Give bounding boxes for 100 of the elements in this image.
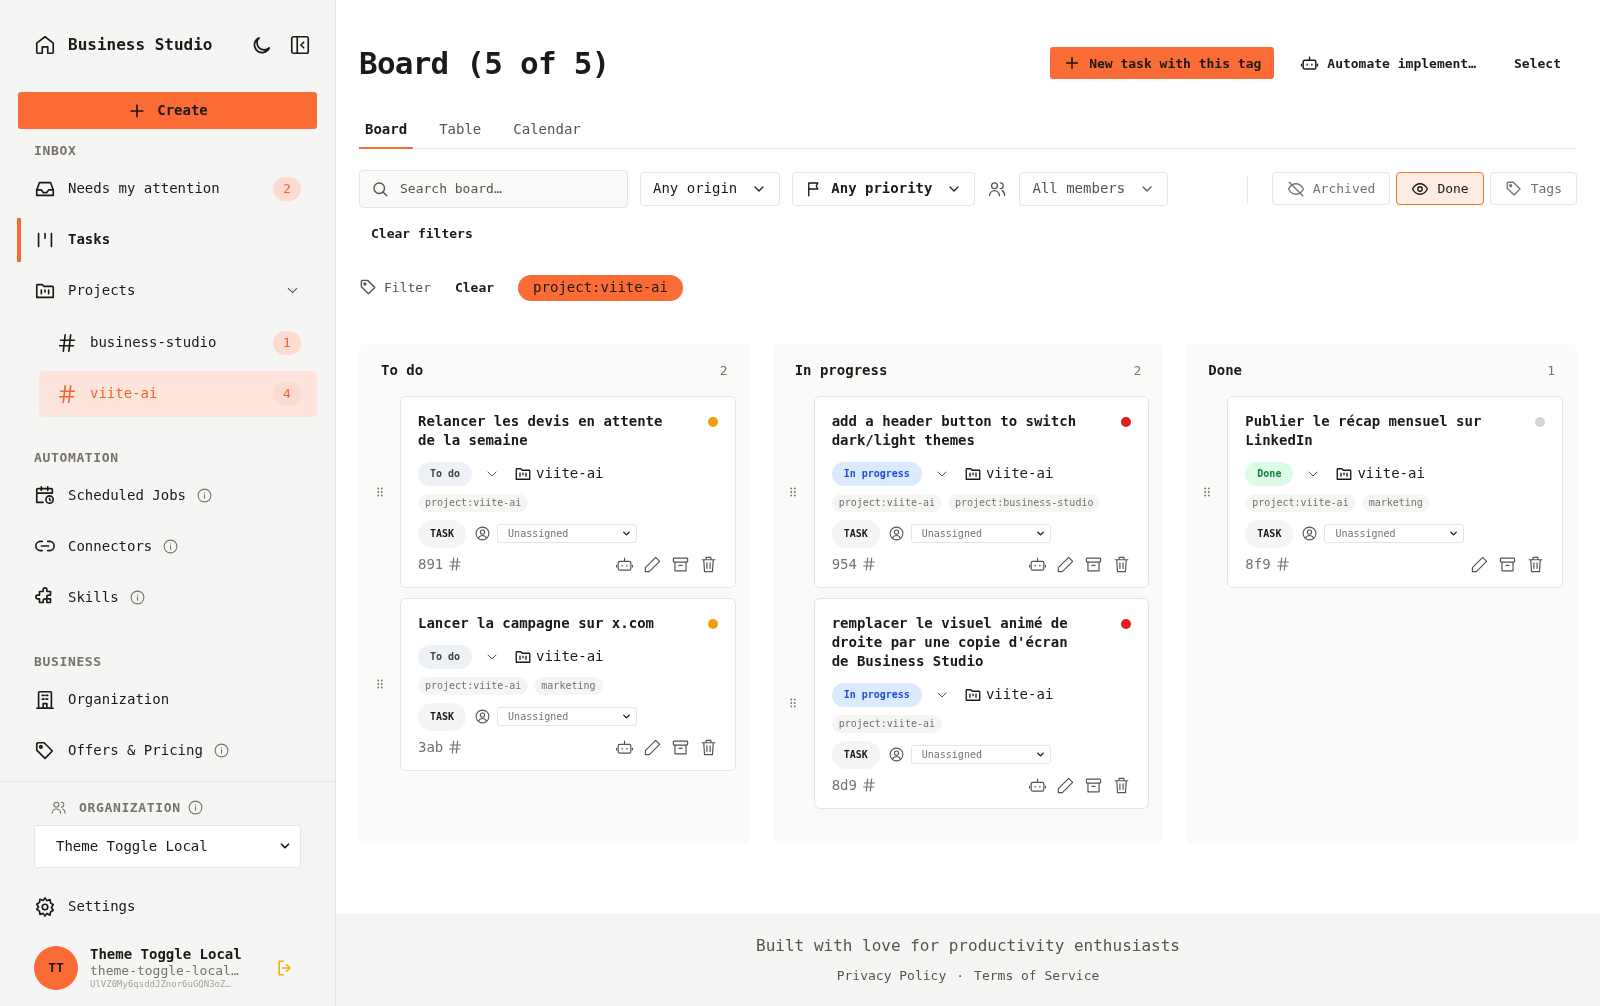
info-icon[interactable] <box>128 588 146 606</box>
user-circle-icon <box>474 708 492 725</box>
footer-link[interactable]: Terms of Service <box>974 966 1100 986</box>
collapse-sidebar-icon[interactable] <box>289 34 311 56</box>
organization-select[interactable]: Theme Toggle Local <box>34 824 301 868</box>
brand-name: Business Studio <box>68 34 214 56</box>
assignee-select[interactable]: Unassigned <box>1324 524 1465 543</box>
home-icon[interactable] <box>34 34 56 56</box>
status-pill[interactable]: In progress <box>831 461 922 486</box>
tab[interactable]: Table <box>433 112 488 149</box>
sidebar-item[interactable]: Skills <box>0 575 335 619</box>
tag-chip: project:viite-ai <box>1245 493 1356 512</box>
tab[interactable]: Board <box>359 112 414 149</box>
filter-toggle[interactable]: Done <box>1396 172 1484 205</box>
automate-button[interactable]: Automate implement… <box>1290 47 1487 80</box>
origin-dropdown[interactable]: Any origin <box>640 171 781 206</box>
type-badge: TASK <box>418 519 467 548</box>
assignee-select[interactable]: Unassigned <box>910 745 1051 764</box>
sidebar-item[interactable]: Connectors <box>0 524 335 568</box>
project-name: viite-ai <box>1357 464 1425 483</box>
tag-icon <box>1504 179 1523 198</box>
task-card[interactable]: Relancer les devis en attente de la semaine To do viite-ai project:viite-ai TASK Unassigned 891 <box>400 395 736 588</box>
priority-dropdown[interactable]: Any priority <box>792 171 976 206</box>
card-title: Lancer la campagne sur x.com <box>418 613 655 633</box>
assignee-select[interactable]: Unassigned <box>497 524 638 543</box>
search-icon <box>371 179 389 198</box>
pencil-icon[interactable] <box>1056 554 1076 574</box>
section-heading: AUTOMATION <box>33 448 120 467</box>
chevron-icon <box>1034 749 1046 760</box>
trash-icon[interactable] <box>1526 554 1545 574</box>
sidebar-item[interactable]: Needs my attention 2 <box>0 166 335 211</box>
assignee-select[interactable]: Unassigned <box>910 524 1051 543</box>
info-icon[interactable] <box>212 742 230 759</box>
chevron-icon <box>621 528 633 539</box>
sidebar-item[interactable]: Projects <box>0 268 335 313</box>
column-count: 2 <box>719 361 728 380</box>
count-badge: 2 <box>273 176 301 201</box>
tag-chip: project:viite-ai <box>418 493 529 512</box>
hash-icon <box>447 739 464 755</box>
new-task-button[interactable]: New task with this tag <box>1050 47 1275 80</box>
tag-chip: marketing <box>1361 493 1430 512</box>
user-id: UlVZ0My6qsddJZnor6uGQN3oZ… <box>90 979 232 991</box>
sidebar-item[interactable]: Organization <box>0 677 335 722</box>
type-badge: TASK <box>418 702 467 731</box>
sidebar-item[interactable]: Scheduled Jobs <box>0 473 335 517</box>
user-circle-icon <box>474 525 492 542</box>
section-heading: ORGANIZATION <box>79 798 181 817</box>
type-badge: TASK <box>831 740 880 769</box>
status-pill[interactable]: To do <box>418 461 473 486</box>
task-card[interactable]: add a header button to switch dark/light themes In progress viite-ai project:viite-ai project:business-studio TASK Unassigned 954 <box>813 395 1150 588</box>
chevron-icon <box>621 711 633 722</box>
create-button[interactable]: Create <box>18 92 317 129</box>
status-pill[interactable]: Done <box>1245 461 1294 486</box>
card-title: remplacer le visuel animé de droite par une copie d'écran de Business Studio <box>831 613 1069 671</box>
search-field[interactable]: Search board… <box>359 169 628 208</box>
task-card[interactable]: Publier le récap mensuel sur LinkedIn Done viite-ai project:viite-ai marketing TASK Unassigned 8f9 <box>1227 395 1563 588</box>
separator-dot: · <box>956 967 965 986</box>
sidebar-item[interactable]: Offers & Pricing <box>0 728 335 773</box>
status-pill[interactable]: In progress <box>831 682 922 707</box>
tag-chip[interactable]: project:viite-ai <box>518 274 683 301</box>
tab[interactable]: Calendar <box>507 112 587 149</box>
user-email: theme-toggle-local… <box>90 963 240 980</box>
status-pill[interactable]: To do <box>418 644 473 669</box>
column-count: 1 <box>1547 361 1555 380</box>
pencil-icon[interactable] <box>642 737 662 757</box>
info-icon[interactable] <box>162 537 180 555</box>
calendar-clock-icon <box>34 484 56 506</box>
card-title: Publier le récap mensuel sur LinkedIn <box>1245 411 1483 450</box>
select-button[interactable]: Select <box>1508 47 1567 80</box>
pencil-icon[interactable] <box>1470 554 1489 574</box>
footer-link[interactable]: Privacy Policy <box>836 966 947 986</box>
members-dropdown[interactable]: All members <box>1019 171 1169 206</box>
info-icon[interactable] <box>196 486 213 504</box>
footer-text: Built with love for productivity enthusiasts <box>756 935 1180 958</box>
settings-item[interactable]: Settings <box>0 884 335 929</box>
hash-icon <box>860 556 877 572</box>
filter-toggle[interactable]: Tags <box>1489 172 1577 205</box>
tag-chip: project:business-studio <box>948 493 1101 512</box>
count-badge: 4 <box>273 381 301 406</box>
clear-button[interactable]: Clear <box>454 277 495 298</box>
task-id: 8d9 <box>831 775 857 795</box>
clear-filters-button[interactable]: Clear filters <box>371 221 473 246</box>
hash-icon <box>860 777 877 793</box>
sidebar-item[interactable]: Tasks <box>0 217 335 262</box>
tag-chip: project:viite-ai <box>418 676 529 695</box>
filter-label: Filter <box>384 278 431 297</box>
column-title: Done <box>1208 361 1243 380</box>
info-icon[interactable] <box>186 799 204 816</box>
section-heading: BUSINESS <box>33 653 103 671</box>
task-card[interactable]: Lancer la campagne sur x.com To do viite-ai project:viite-ai marketing TASK Unassigned 3ab <box>400 597 736 771</box>
assignee-select[interactable]: Unassigned <box>497 707 638 726</box>
task-card[interactable]: remplacer le visuel animé de droite par une copie d'écran de Business Studio In progress viite-ai project:viite-ai TASK Unassigned 8d9 <box>813 597 1150 809</box>
user-circle-icon <box>887 746 905 763</box>
pencil-icon[interactable] <box>1056 775 1076 795</box>
card-title: Relancer les devis en attente de la semaine <box>418 411 664 450</box>
project-item[interactable]: business-studio 1 <box>39 319 317 366</box>
filter-toggle[interactable]: Archived <box>1271 172 1391 205</box>
user-circle-icon <box>887 525 905 542</box>
pencil-icon[interactable] <box>642 554 662 574</box>
task-id: 954 <box>831 554 857 574</box>
